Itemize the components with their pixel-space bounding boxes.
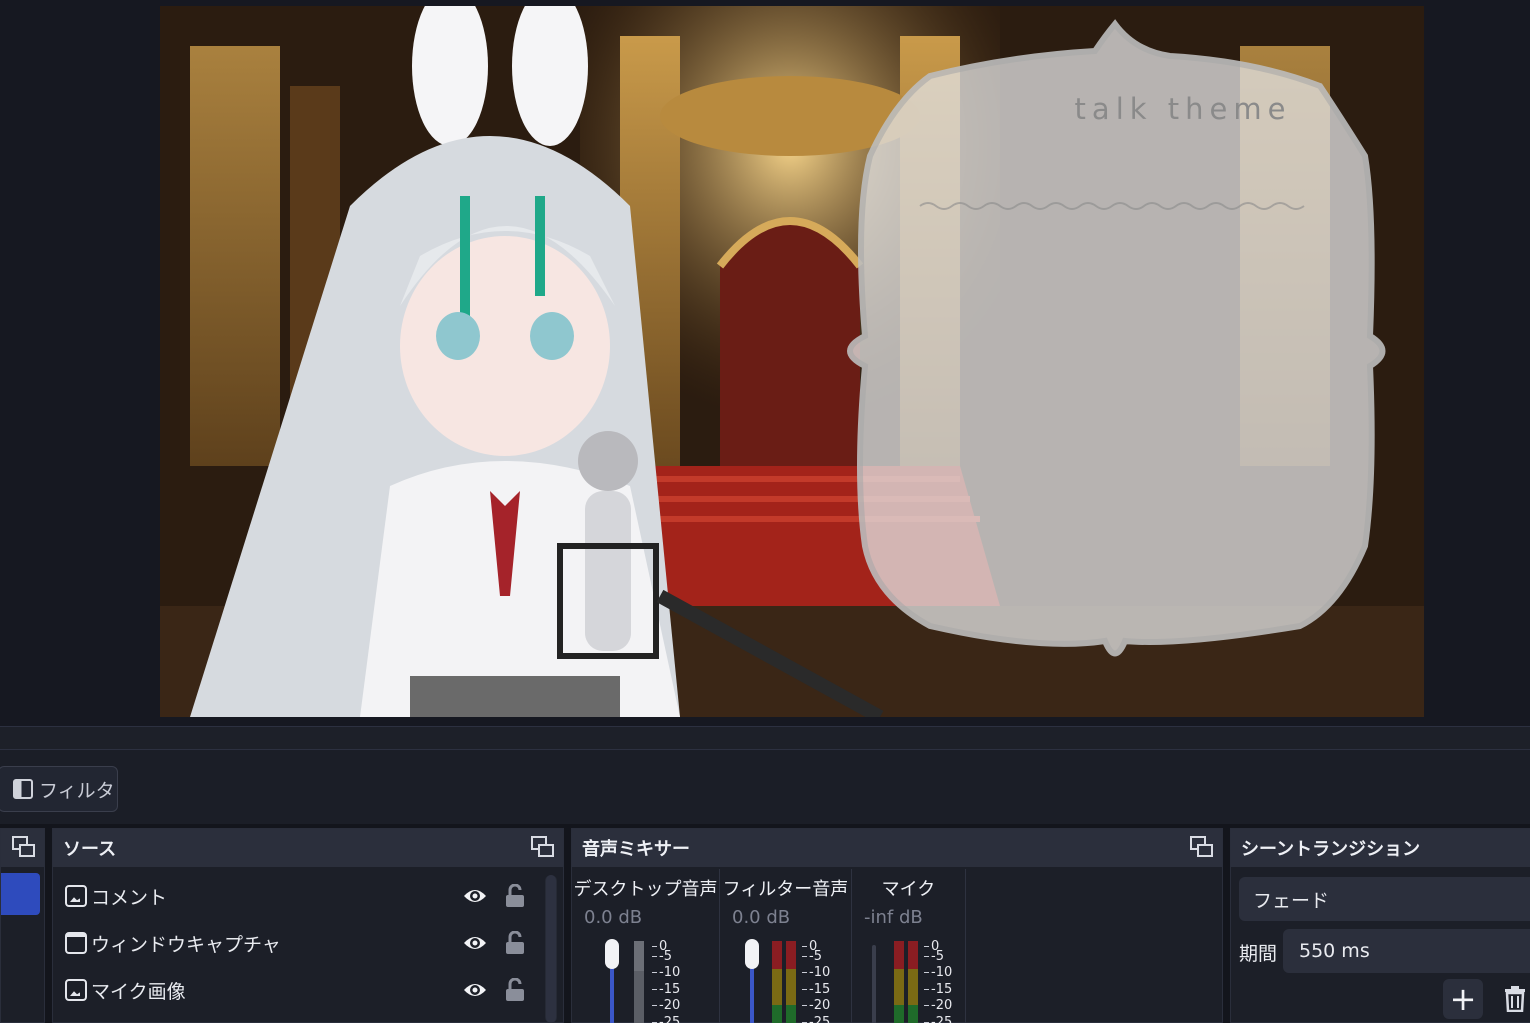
scenes-dock <box>0 828 45 1023</box>
plus-icon: + <box>1449 980 1477 1018</box>
talk-theme-title: talk theme <box>1074 92 1292 126</box>
audio-mixer-dock-header: 音声ミキサー <box>572 829 1222 867</box>
source-item[interactable]: コメント <box>65 875 545 917</box>
volume-fader-handle[interactable] <box>745 939 759 969</box>
scene-transition-dock-title: シーントランジション <box>1241 839 1421 860</box>
undock-icon[interactable] <box>531 836 555 858</box>
source-item-label: マイク画像 <box>91 980 186 1003</box>
image-source-icon <box>65 979 87 1001</box>
filter-button-label: フィルタ <box>39 779 115 802</box>
scene-item-selected[interactable] <box>1 873 40 915</box>
context-toolbar: フィルタ <box>0 750 1530 824</box>
visibility-eye-icon[interactable] <box>463 933 487 953</box>
meter-scale: 0 -5 -10 -15 -20 -25 <box>652 939 680 1023</box>
channel-name: デスクトップ音声 <box>573 879 718 900</box>
scene-transition-dock-header: シーントランジション <box>1231 829 1530 867</box>
channel-name: マイク <box>881 879 936 900</box>
level-meter <box>894 941 918 1023</box>
scrollbar-thumb[interactable] <box>546 875 556 1023</box>
lock-open-icon[interactable] <box>505 931 525 955</box>
source-item[interactable]: マイク画像 <box>65 969 545 1011</box>
trash-icon <box>1505 986 1525 1012</box>
audio-mixer-dock: 音声ミキサー デスクトップ音声 0.0 dB 0 -5 -10 -15 -20 -25 フ… <box>571 828 1223 1023</box>
duration-label: 期間 <box>1239 943 1278 965</box>
stream-preview-canvas[interactable]: talk theme <box>160 6 1424 717</box>
sources-dock-title: ソース <box>63 839 117 860</box>
scenes-dock-header <box>1 829 44 867</box>
channel-level: 0.0 dB <box>732 907 791 928</box>
level-meter <box>634 941 644 1023</box>
audio-mixer-dock-title: 音声ミキサー <box>582 839 690 860</box>
undock-icon[interactable] <box>1190 836 1214 858</box>
filter-icon <box>13 779 33 799</box>
channel-level: -inf dB <box>864 907 923 928</box>
transition-type-select[interactable]: フェード <box>1239 877 1530 921</box>
duration-value: 550 ms <box>1299 940 1370 962</box>
volume-fader-track[interactable] <box>872 945 876 1023</box>
image-source-icon <box>65 885 87 907</box>
duration-input[interactable]: 550 ms <box>1283 929 1530 973</box>
mixer-channel: マイク -inf dB 0 -5 -10 -15 -20 -25 <box>852 869 966 1023</box>
visibility-eye-icon[interactable] <box>463 980 487 1000</box>
mixer-channel: デスクトップ音声 0.0 dB 0 -5 -10 -15 -20 -25 <box>572 869 720 1023</box>
sources-scrollbar[interactable] <box>545 875 557 1023</box>
sources-dock-header: ソース <box>53 829 563 867</box>
remove-transition-button[interactable] <box>1499 979 1530 1019</box>
sources-dock: ソース コメント ウィンドウキャプチャ マイク画像 <box>52 828 564 1023</box>
channel-name: フィルター音声 <box>722 879 849 900</box>
transition-type-value: フェード <box>1253 889 1330 912</box>
lock-open-icon[interactable] <box>505 884 525 908</box>
source-item-label: コメント <box>91 886 168 909</box>
undock-icon[interactable] <box>12 836 36 858</box>
mixer-channel: フィルター音声 0.0 dB 0 -5 -10 -15 -20 -25 <box>720 869 852 1023</box>
scene-transition-dock: シーントランジション フェード 期間 550 ms + <box>1230 828 1530 1023</box>
window-capture-icon <box>65 932 87 954</box>
level-meter <box>772 941 796 1023</box>
source-item[interactable]: ウィンドウキャプチャ <box>65 922 545 964</box>
meter-scale: 0 -5 -10 -15 -20 -25 <box>924 939 952 1023</box>
channel-level: 0.0 dB <box>584 907 643 928</box>
lock-open-icon[interactable] <box>505 978 525 1002</box>
visibility-eye-icon[interactable] <box>463 886 487 906</box>
meter-scale: 0 -5 -10 -15 -20 -25 <box>802 939 830 1023</box>
add-transition-button[interactable]: + <box>1443 979 1483 1019</box>
preview-separator <box>0 726 1530 750</box>
volume-fader-handle[interactable] <box>605 939 619 969</box>
source-item-label: ウィンドウキャプチャ <box>91 933 281 956</box>
filter-button[interactable]: フィルタ <box>0 766 118 812</box>
preview-area[interactable]: talk theme <box>0 0 1530 726</box>
